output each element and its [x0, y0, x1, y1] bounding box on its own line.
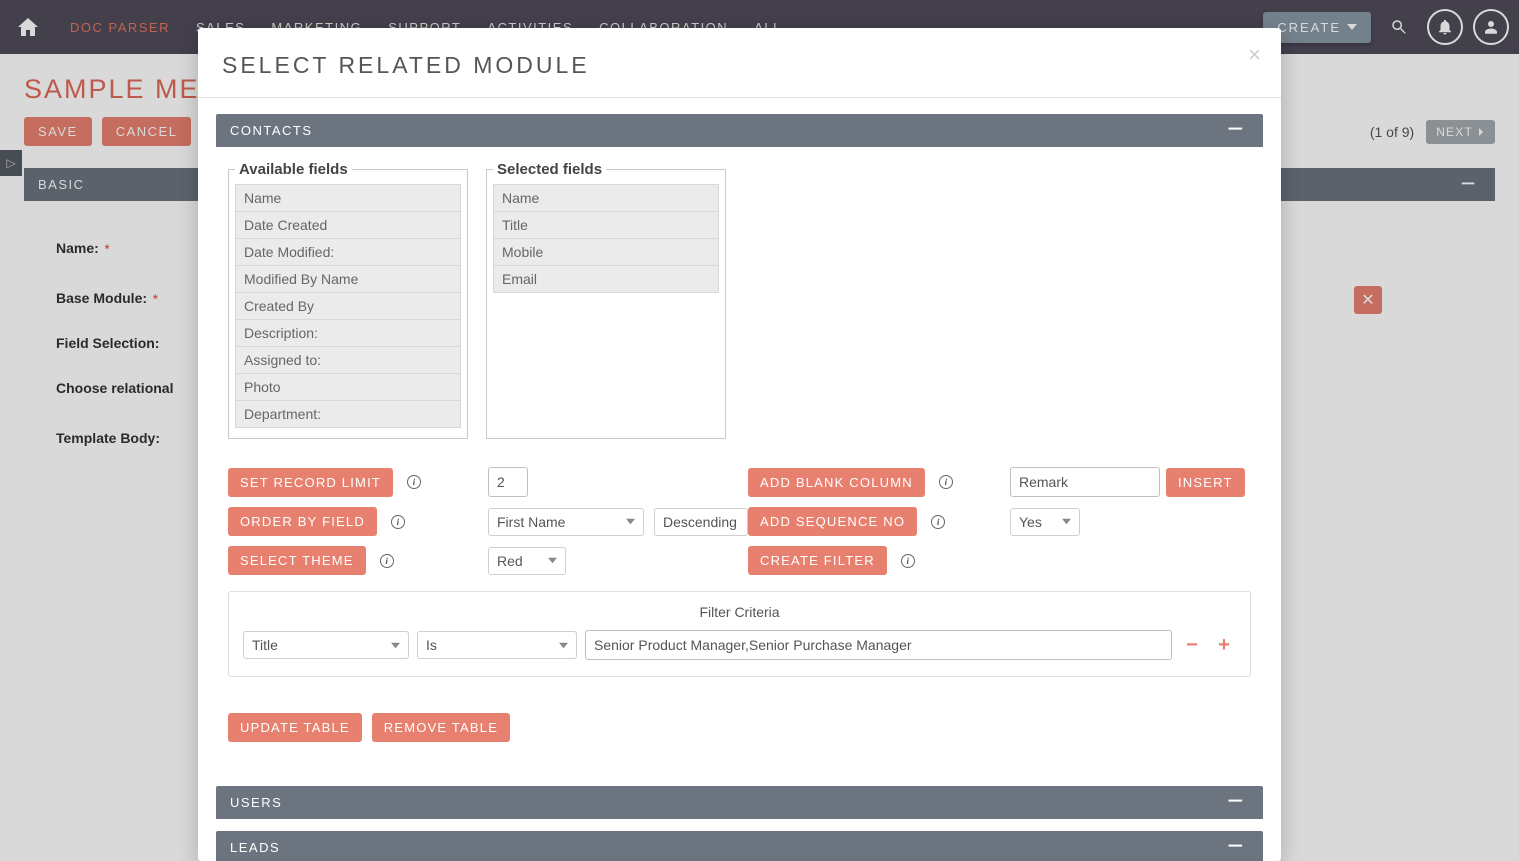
sequence-select[interactable]: Yes: [1010, 508, 1080, 536]
caret-down-icon: [391, 641, 400, 650]
blank-column-input[interactable]: [1010, 467, 1160, 497]
field-item[interactable]: Date Created: [235, 212, 461, 239]
modal-header: SELECT RELATED MODULE ×: [198, 28, 1281, 98]
modal-close-icon[interactable]: ×: [1248, 44, 1261, 66]
modal-title: SELECT RELATED MODULE: [222, 52, 1257, 79]
caret-down-icon: [1062, 517, 1071, 526]
insert-button[interactable]: INSERT: [1166, 468, 1245, 497]
info-icon[interactable]: i: [380, 554, 394, 568]
field-item[interactable]: Date Modified:: [235, 239, 461, 266]
field-item[interactable]: Email: [493, 266, 719, 293]
selected-fields: Selected fields Name Title Mobile Email: [486, 161, 726, 439]
minus-icon: −: [1227, 836, 1245, 856]
filter-title: Filter Criteria: [243, 604, 1236, 620]
available-legend: Available fields: [235, 161, 352, 178]
minus-icon: −: [1227, 119, 1245, 139]
field-item[interactable]: Assigned to:: [235, 347, 461, 374]
filter-field-select[interactable]: Title: [243, 631, 409, 659]
caret-down-icon: [559, 641, 568, 650]
field-item[interactable]: Modified By Name: [235, 266, 461, 293]
field-item[interactable]: Name: [493, 184, 719, 212]
info-icon[interactable]: i: [931, 515, 945, 529]
section-users[interactable]: USERS −: [216, 786, 1263, 819]
minus-icon: −: [1227, 791, 1245, 811]
filter-value-input[interactable]: [585, 630, 1172, 660]
order-by-field-button[interactable]: ORDER BY FIELD: [228, 507, 377, 536]
info-icon[interactable]: i: [901, 554, 915, 568]
remove-table-button[interactable]: REMOVE TABLE: [372, 713, 510, 742]
selected-legend: Selected fields: [493, 161, 606, 178]
field-item[interactable]: Title: [493, 212, 719, 239]
info-icon[interactable]: i: [391, 515, 405, 529]
filter-criteria-box: Filter Criteria Title Is − +: [228, 591, 1251, 677]
filter-remove-icon[interactable]: −: [1180, 634, 1204, 657]
field-item[interactable]: Created By: [235, 293, 461, 320]
add-sequence-no-button[interactable]: ADD SEQUENCE NO: [748, 507, 917, 536]
set-record-limit-button[interactable]: SET RECORD LIMIT: [228, 468, 393, 497]
available-fields: Available fields Name Date Created Date …: [228, 161, 468, 439]
order-direction-select[interactable]: Descending: [654, 508, 748, 536]
field-item[interactable]: Mobile: [493, 239, 719, 266]
create-filter-button[interactable]: CREATE FILTER: [748, 546, 887, 575]
add-blank-column-button[interactable]: ADD BLANK COLUMN: [748, 468, 925, 497]
field-item[interactable]: Name: [235, 184, 461, 212]
select-theme-button[interactable]: SELECT THEME: [228, 546, 366, 575]
info-icon[interactable]: i: [939, 475, 953, 489]
selected-list[interactable]: Name Title Mobile Email: [487, 178, 725, 438]
record-limit-input[interactable]: [488, 467, 528, 497]
section-contacts[interactable]: CONTACTS −: [216, 114, 1263, 147]
filter-op-select[interactable]: Is: [417, 631, 577, 659]
section-leads[interactable]: LEADS −: [216, 831, 1263, 861]
field-item[interactable]: Photo: [235, 374, 461, 401]
info-icon[interactable]: i: [407, 475, 421, 489]
available-list[interactable]: Name Date Created Date Modified: Modifie…: [229, 178, 467, 438]
select-related-module-modal: SELECT RELATED MODULE × CONTACTS − Avail…: [198, 28, 1281, 861]
filter-add-icon[interactable]: +: [1212, 634, 1236, 657]
field-item[interactable]: Department:: [235, 401, 461, 428]
field-item[interactable]: Description:: [235, 320, 461, 347]
caret-down-icon: [548, 556, 557, 565]
caret-down-icon: [626, 517, 635, 526]
theme-select[interactable]: Red: [488, 547, 566, 575]
update-table-button[interactable]: UPDATE TABLE: [228, 713, 362, 742]
order-field-select[interactable]: First Name: [488, 508, 644, 536]
